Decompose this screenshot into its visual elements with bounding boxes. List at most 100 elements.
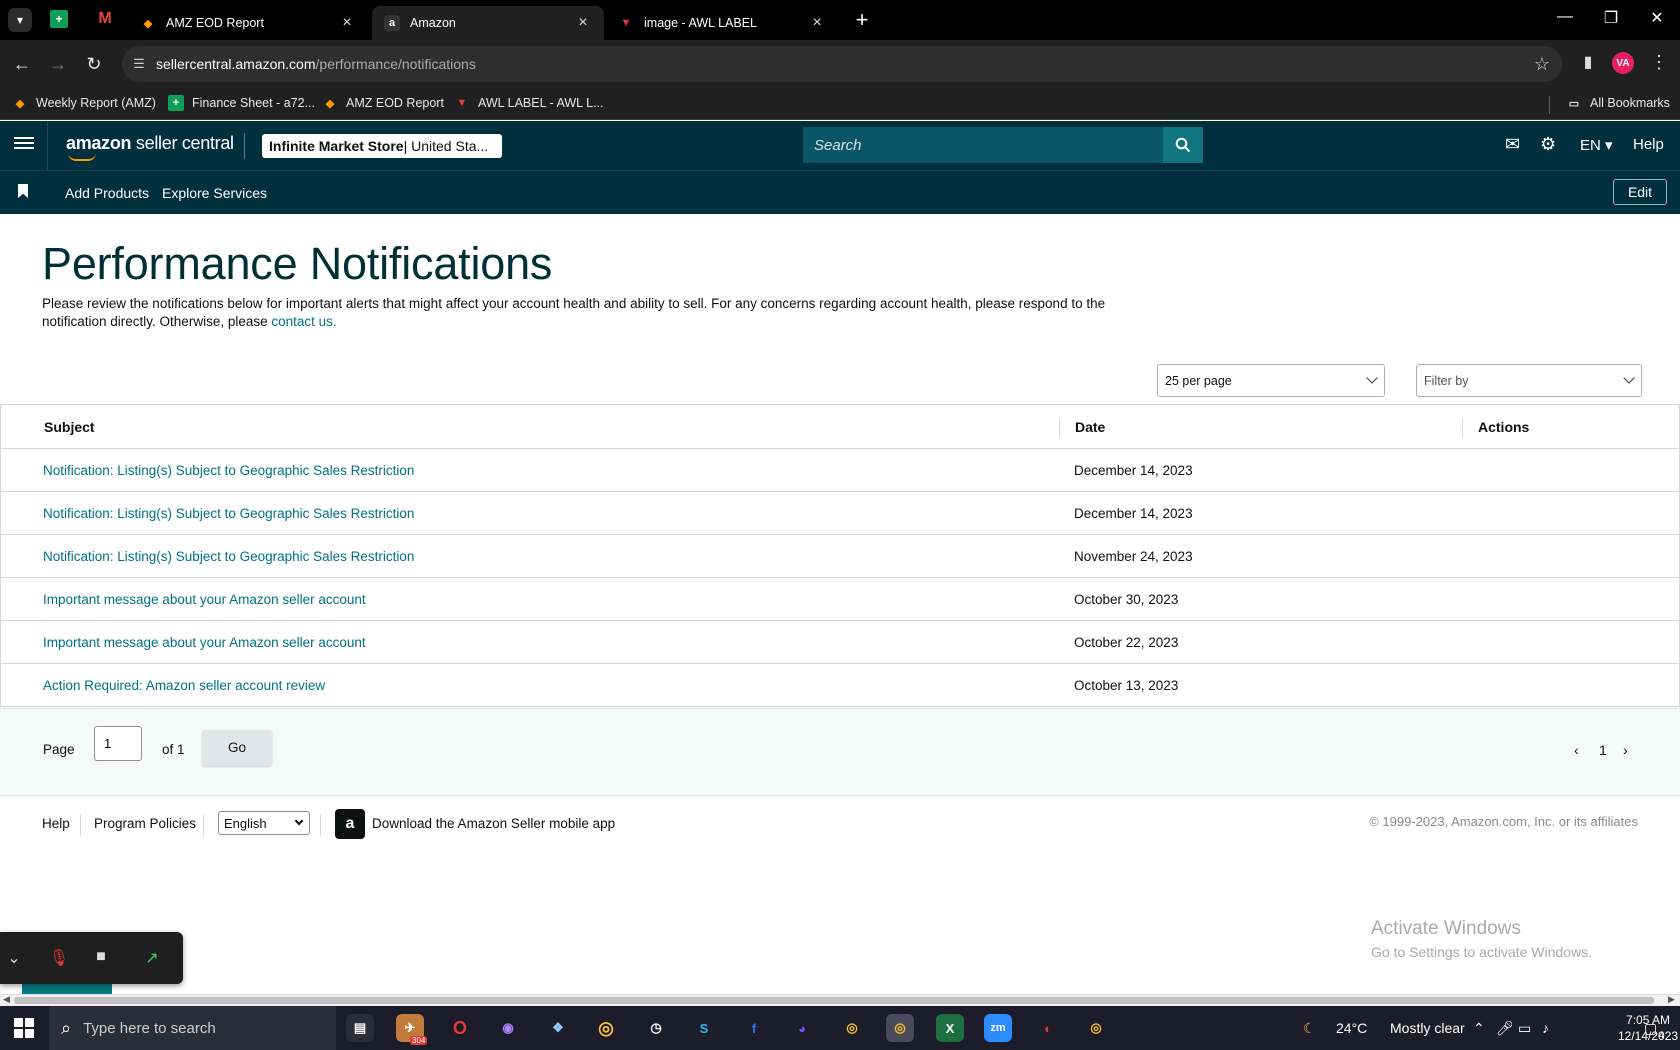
seller-central-logo[interactable]: amazon seller central <box>66 133 234 161</box>
facebook-icon[interactable]: f <box>740 1014 768 1042</box>
header-help-link[interactable]: Help <box>1633 136 1664 153</box>
chrome-profile-icon[interactable]: ◎ <box>838 1014 866 1042</box>
bookmark-awl-label[interactable]: ▼ AWL LABEL - AWL L... <box>454 95 604 111</box>
search-input[interactable] <box>803 127 1163 163</box>
page-number-input[interactable] <box>94 726 142 761</box>
weather-temperature[interactable]: 24°C <box>1336 1020 1367 1036</box>
horizontal-scrollbar[interactable]: ◀ ▶ <box>0 994 1680 1006</box>
chevron-left-icon[interactable]: ‹ <box>1574 742 1579 758</box>
seller-central-subnav: Add Products Explore Services Edit <box>0 170 1680 214</box>
back-icon[interactable]: ← <box>10 52 34 76</box>
notifications-icon[interactable]: ▢ <box>1644 1020 1657 1037</box>
contact-us-link[interactable]: contact us. <box>271 314 336 329</box>
windows-start-icon[interactable] <box>14 1018 34 1038</box>
chrome-icon[interactable]: ◎ <box>592 1014 620 1042</box>
amazon-seller-app-icon[interactable]: a <box>335 809 365 839</box>
url-bar[interactable]: ☰ sellercentral.amazon.com/performance/n… <box>122 46 1562 82</box>
column-header-date[interactable]: Date <box>1075 419 1105 435</box>
reload-icon[interactable]: ↻ <box>82 52 106 76</box>
bookmark-finance-sheet[interactable]: + Finance Sheet - a72... <box>168 95 315 111</box>
camera-icon[interactable]: ■ <box>90 948 112 968</box>
floating-meeting-toolbar: ⌄ 🎙︎ ■ ↗ <box>0 932 183 984</box>
footer-help-link[interactable]: Help <box>42 816 70 831</box>
tab-title: AMZ EOD Report <box>166 16 264 30</box>
task-view-icon[interactable]: ▤ <box>346 1014 374 1042</box>
forward-icon[interactable]: → <box>46 52 70 76</box>
app-icon[interactable]: ❖ <box>544 1014 572 1042</box>
bookmark-icon[interactable] <box>18 184 28 198</box>
close-tab-icon[interactable]: × <box>574 14 592 32</box>
notification-subject-link[interactable]: Notification: Listing(s) Subject to Geog… <box>43 549 414 564</box>
all-bookmarks[interactable]: ▭ All Bookmarks <box>1566 95 1670 111</box>
program-policies-link[interactable]: Program Policies <box>94 816 196 831</box>
site-info-icon[interactable]: ☰ <box>122 56 156 72</box>
bookmark-label: AMZ EOD Report <box>346 96 444 110</box>
scroll-right-icon[interactable]: ▶ <box>1668 994 1675 1005</box>
app-red-icon[interactable]: ◐ <box>1034 1014 1062 1042</box>
excel-icon[interactable]: X <box>936 1014 964 1042</box>
restore-icon[interactable]: ❐ <box>1599 8 1623 28</box>
notification-subject-link[interactable]: Notification: Listing(s) Subject to Geog… <box>43 506 414 521</box>
edit-button[interactable]: Edit <box>1613 179 1667 205</box>
feedback-tab[interactable] <box>22 984 112 994</box>
per-page-select[interactable]: 25 per page <box>1157 364 1385 397</box>
hamburger-menu-icon[interactable] <box>14 134 34 154</box>
watermark-subtitle: Go to Settings to activate Windows. <box>1371 944 1592 960</box>
share-screen-icon[interactable]: ↗ <box>141 948 163 968</box>
search-button[interactable] <box>1163 127 1203 163</box>
go-button[interactable]: Go <box>202 730 272 766</box>
profile-avatar[interactable]: VA <box>1612 52 1634 74</box>
close-window-icon[interactable]: ✕ <box>1645 8 1669 28</box>
footer-language-select[interactable]: English <box>218 811 310 835</box>
tray-chevron-up-icon[interactable]: ⌃ <box>1473 1020 1485 1037</box>
chevron-down-icon[interactable]: ⌄ <box>3 948 25 968</box>
skype-icon[interactable]: S <box>690 1014 718 1042</box>
notification-subject-link[interactable]: Notification: Listing(s) Subject to Geog… <box>43 463 414 478</box>
column-header-subject[interactable]: Subject <box>44 419 95 435</box>
download-app-link[interactable]: Download the Amazon Seller mobile app <box>372 816 615 831</box>
settings-gear-icon[interactable]: ⚙ <box>1540 134 1556 155</box>
opera-icon[interactable]: O <box>446 1014 474 1042</box>
weather-text[interactable]: Mostly clear <box>1390 1020 1465 1036</box>
chevron-right-icon[interactable]: › <box>1623 742 1628 758</box>
close-tab-icon[interactable]: × <box>338 14 356 32</box>
messenger-icon[interactable]: ◉ <box>494 1014 522 1042</box>
tab-search-icon[interactable]: ▾ <box>8 8 32 32</box>
language-selector[interactable]: EN ▾ <box>1580 136 1613 154</box>
close-tab-icon[interactable]: × <box>808 14 826 32</box>
tab-awl-label[interactable]: ▼ image - AWL LABEL × <box>606 6 838 40</box>
zoom-icon[interactable]: zm <box>984 1014 1012 1042</box>
store-switcher[interactable]: Infinite Market Store | United Sta... <box>262 134 502 158</box>
tab-amz-eod-report[interactable]: ◆ AMZ EOD Report × <box>128 6 368 40</box>
bookmark-amz-eod[interactable]: ◆ AMZ EOD Report <box>322 95 444 111</box>
chrome-active-icon[interactable]: ◎ <box>886 1014 914 1042</box>
microphone-icon[interactable]: 🎤︎ <box>1496 1020 1514 1037</box>
pinned-tab-gmail-icon[interactable]: M <box>96 10 114 28</box>
clock-app-icon[interactable]: ◷ <box>642 1014 670 1042</box>
scroll-left-icon[interactable]: ◀ <box>3 994 10 1005</box>
mail-icon[interactable]: ✉ <box>1505 134 1520 155</box>
explore-services-link[interactable]: Explore Services <box>162 185 267 201</box>
side-panel-icon[interactable]: ▮ <box>1577 52 1599 74</box>
store-region: | United Sta... <box>403 138 489 154</box>
tab-amazon[interactable]: a Amazon × <box>372 6 604 40</box>
add-products-link[interactable]: Add Products <box>65 185 149 201</box>
notification-subject-link[interactable]: Important message about your Amazon sell… <box>43 635 366 650</box>
bookmark-star-icon[interactable]: ☆ <box>1534 54 1550 75</box>
new-tab-icon[interactable]: + <box>850 8 874 32</box>
filter-by-select[interactable]: Filter by <box>1416 364 1642 397</box>
mic-muted-icon[interactable]: 🎙︎ <box>48 948 70 968</box>
notification-subject-link[interactable]: Action Required: Amazon seller account r… <box>43 678 325 693</box>
scrollbar-thumb[interactable] <box>14 997 1654 1004</box>
chrome-secondary-icon[interactable]: ◎ <box>1082 1014 1110 1042</box>
minimize-icon[interactable]: — <box>1553 8 1577 26</box>
taskbar-search[interactable]: ⌕ Type here to search <box>49 1006 336 1050</box>
bookmark-weekly-report[interactable]: ◆ Weekly Report (AMZ) <box>12 95 156 111</box>
volume-icon[interactable]: ♪ <box>1542 1020 1549 1036</box>
pinned-tab-sheets-icon[interactable]: + <box>50 10 68 28</box>
notification-subject-link[interactable]: Important message about your Amazon sell… <box>43 592 366 607</box>
current-page-number[interactable]: 1 <box>1599 742 1607 758</box>
discord-icon[interactable]: ◕ <box>788 1014 816 1042</box>
browser-menu-icon[interactable]: ⋮ <box>1648 52 1670 73</box>
network-icon[interactable]: ▭ <box>1518 1020 1531 1037</box>
